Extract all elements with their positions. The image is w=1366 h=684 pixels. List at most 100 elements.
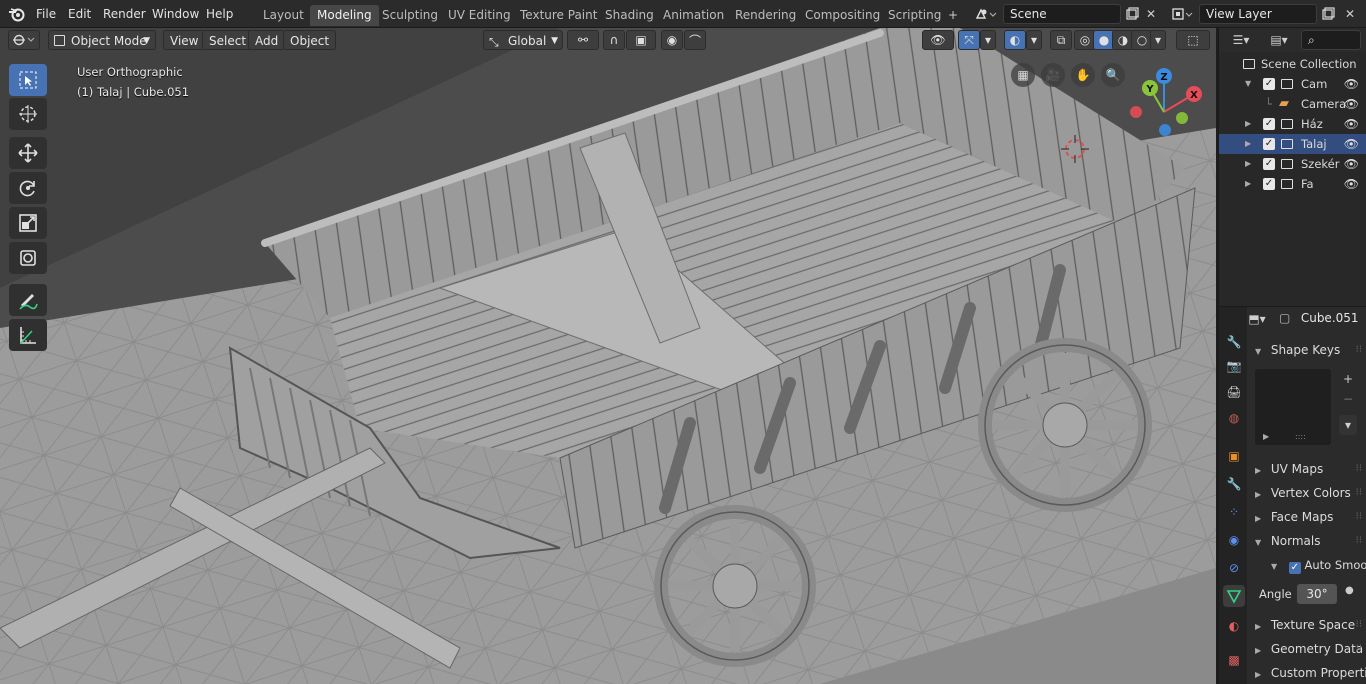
scene-selector-icon[interactable] <box>972 4 1000 24</box>
expand-arrow-icon[interactable]: ▶ <box>1245 134 1251 154</box>
outliner-item-fa[interactable]: ▶ ✓ Fa 👁 <box>1219 174 1366 194</box>
tab-compositing[interactable]: Compositing <box>798 5 887 26</box>
menu-file[interactable]: File <box>31 4 61 24</box>
list-resize-handle[interactable]: :::: <box>1295 432 1306 441</box>
menu-window[interactable]: Window <box>147 4 204 24</box>
move-tool-icon[interactable] <box>9 137 47 169</box>
proportional-edit-icon[interactable]: ◉ <box>661 30 683 50</box>
auto-smooth-subpanel[interactable]: ▼ ✓ Auto Smooth <box>1271 554 1366 576</box>
outliner-item-szeker[interactable]: ▶ ✓ Szekér 👁 <box>1219 154 1366 174</box>
scale-tool-icon[interactable] <box>9 207 47 239</box>
pan-view-icon[interactable]: ✋ <box>1071 63 1095 87</box>
snap-toggle-icon[interactable]: ∩ <box>603 30 625 50</box>
add-workspace-icon[interactable]: + <box>942 5 964 25</box>
remove-view-layer-icon[interactable]: ✕ <box>1339 4 1361 24</box>
particle-properties-tab-icon[interactable]: ⁘ <box>1223 501 1245 523</box>
view-menu[interactable]: View <box>163 30 206 50</box>
axis-gizmo[interactable]: Z X Y <box>1120 62 1210 142</box>
tab-modeling[interactable]: Modeling <box>310 5 379 26</box>
annotate-tool-icon[interactable] <box>9 284 47 316</box>
outliner-item-talaj[interactable]: ▶ ✓ Talaj 👁 <box>1219 134 1366 154</box>
drag-grip-icon[interactable]: ⁝⁝ <box>1356 619 1362 630</box>
object-mode-dropdown[interactable]: Object Mode ▼ <box>48 30 156 50</box>
auto-smooth-checkbox[interactable]: ✓ <box>1288 562 1301 574</box>
falloff-icon[interactable]: ⌒ <box>684 30 706 50</box>
expand-arrow-icon[interactable]: ▼ <box>1245 74 1251 94</box>
3d-viewport[interactable]: Object Mode ▼ View Select Add Object ⤡ G… <box>0 28 1216 684</box>
panel-shape-keys[interactable]: ▼ Shape Keys <box>1255 339 1340 361</box>
modifier-properties-tab-icon[interactable]: 🔧 <box>1223 473 1245 495</box>
transform-tool-icon[interactable] <box>9 242 47 274</box>
transform-orientation-dropdown[interactable]: ⤡ Global ▼ <box>483 30 563 50</box>
visibility-icon[interactable]: 👁 <box>922 30 954 50</box>
view-layer-field[interactable]: View Layer <box>1199 4 1317 24</box>
scene-name-field[interactable]: Scene <box>1003 4 1121 24</box>
overlays-toggle-icon[interactable]: ◐ <box>1004 30 1026 50</box>
tab-scripting[interactable]: Scripting <box>881 5 948 26</box>
select-box-tool-icon[interactable] <box>9 64 47 96</box>
tab-rendering[interactable]: Rendering <box>728 5 803 26</box>
drag-grip-icon[interactable]: ⁝⁝ <box>1356 487 1362 498</box>
pin-context-icon[interactable]: ⬒▾ <box>1239 309 1275 329</box>
display-mode-icon[interactable]: ▤▾ <box>1263 30 1295 50</box>
panel-uv-maps[interactable]: ▶ UV Maps <box>1255 458 1323 480</box>
expand-arrow-icon[interactable]: ▶ <box>1245 154 1251 174</box>
exclude-checkbox[interactable]: ✓ <box>1263 78 1275 90</box>
select-menu[interactable]: Select <box>202 30 254 50</box>
drag-grip-icon[interactable]: ⁝⁝ <box>1356 511 1362 522</box>
menu-edit[interactable]: Edit <box>63 4 96 24</box>
new-view-layer-icon[interactable] <box>1317 4 1339 24</box>
panel-vertex-colors[interactable]: ▶ Vertex Colors <box>1255 482 1351 504</box>
eye-icon[interactable]: 👁 <box>1344 74 1359 94</box>
remove-shape-key-button[interactable]: − <box>1339 389 1357 409</box>
texture-properties-tab-icon[interactable]: ▩ <box>1223 649 1245 671</box>
object-menu[interactable]: Object <box>283 30 337 50</box>
outliner-item-haz[interactable]: ▶ ✓ Ház 👁 <box>1219 114 1366 134</box>
view-layer-selector-icon[interactable] <box>1168 4 1196 24</box>
physics-properties-tab-icon[interactable]: ◉ <box>1223 529 1245 551</box>
shape-key-specials-icon[interactable]: ▾ <box>1339 415 1357 435</box>
animate-property-icon[interactable]: ● <box>1345 585 1354 596</box>
drag-grip-icon[interactable]: ⁝⁝ <box>1356 535 1362 546</box>
exclude-checkbox[interactable]: ✓ <box>1263 178 1275 190</box>
exclude-checkbox[interactable]: ✓ <box>1263 138 1275 150</box>
constraint-properties-tab-icon[interactable]: ⊘ <box>1223 557 1245 579</box>
tab-texture-paint[interactable]: Texture Paint <box>513 5 604 26</box>
material-properties-tab-icon[interactable]: ◐ <box>1223 615 1245 637</box>
tab-animation[interactable]: Animation <box>656 5 731 26</box>
eye-icon[interactable]: 👁 <box>1344 134 1359 154</box>
outliner-scene-collection[interactable]: Scene Collection <box>1219 54 1366 74</box>
panel-geometry-data[interactable]: ▶ Geometry Data <box>1255 638 1363 660</box>
eye-icon[interactable]: 👁 <box>1344 94 1359 114</box>
gizmo-toggle-icon[interactable]: ⤧ <box>958 30 980 50</box>
drag-grip-icon[interactable]: ⁝⁝ <box>1356 643 1362 654</box>
chevron-down-icon[interactable]: ▾ <box>1150 30 1166 50</box>
exclude-checkbox[interactable]: ✓ <box>1263 158 1275 170</box>
panel-texture-space[interactable]: ▶ Texture Space <box>1255 614 1355 636</box>
expand-arrow-icon[interactable]: ▶ <box>1245 114 1251 134</box>
menu-render[interactable]: Render <box>98 4 151 24</box>
menu-help[interactable]: Help <box>201 4 238 24</box>
outliner-search-input[interactable]: ⌕ <box>1301 30 1361 50</box>
eye-icon[interactable]: 👁 <box>1344 154 1359 174</box>
snap-target-icon[interactable]: ▣ <box>626 30 656 50</box>
add-menu[interactable]: Add <box>248 30 286 50</box>
outliner-item-camera[interactable]: └ ▰ Camera 👁 <box>1219 94 1366 114</box>
editor-options-icon[interactable]: ⬚ <box>1176 30 1210 50</box>
world-properties-tab-icon[interactable]: ◍ <box>1223 407 1245 429</box>
toggle-grid-view-icon[interactable]: ▦ <box>1011 63 1035 87</box>
xray-toggle-icon[interactable]: ⧉ <box>1050 30 1072 50</box>
data-properties-tab-icon[interactable] <box>1223 585 1245 607</box>
panel-custom-properties[interactable]: ▶ Custom Properties <box>1255 662 1366 684</box>
panel-face-maps[interactable]: ▶ Face Maps <box>1255 506 1333 528</box>
tab-shading[interactable]: Shading <box>598 5 661 26</box>
panel-normals[interactable]: ▼ Normals <box>1255 530 1321 552</box>
object-properties-tab-icon[interactable]: ▣ <box>1223 445 1245 467</box>
chevron-down-icon[interactable]: ▾ <box>1026 30 1042 50</box>
angle-input[interactable]: 30° <box>1297 584 1337 604</box>
measure-tool-icon[interactable] <box>9 319 47 351</box>
camera-view-icon[interactable]: 🎥 <box>1041 63 1065 87</box>
tab-uv-editing[interactable]: UV Editing <box>441 5 518 26</box>
cursor-tool-icon[interactable] <box>9 98 47 130</box>
tab-layout[interactable]: Layout <box>256 5 311 26</box>
